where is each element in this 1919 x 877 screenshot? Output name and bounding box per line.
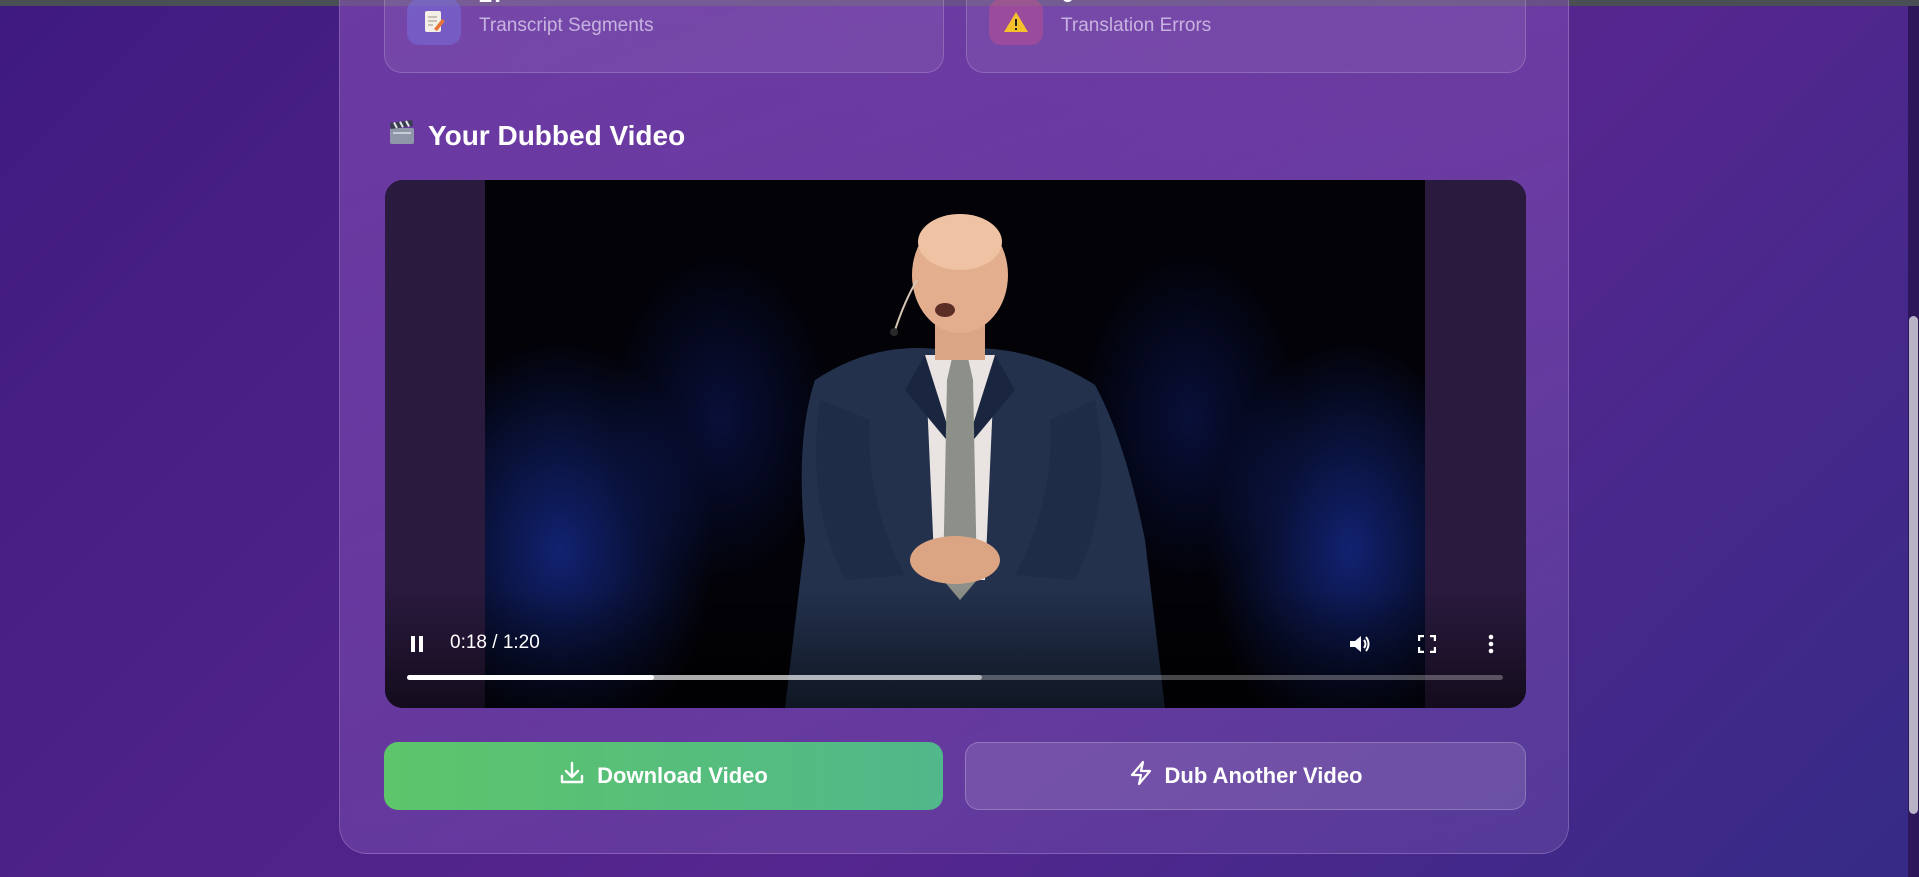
- page-scrollbar[interactable]: [1908, 6, 1919, 877]
- dub-another-video-button[interactable]: Dub Another Video: [965, 742, 1526, 810]
- stat-label: Translation Errors: [1061, 15, 1212, 36]
- stat-translation-errors: 0 Translation Errors: [966, 0, 1526, 73]
- video-player[interactable]: 0:18 / 1:20: [385, 180, 1526, 708]
- warning-icon: [989, 0, 1043, 45]
- more-options-icon[interactable]: [1479, 630, 1503, 658]
- memo-icon: [407, 0, 461, 45]
- fullscreen-icon[interactable]: [1413, 630, 1441, 658]
- section-title-text: Your Dubbed Video: [428, 119, 686, 151]
- download-icon: [559, 760, 585, 792]
- scrollbar-thumb[interactable]: [1909, 316, 1918, 814]
- progress-bar[interactable]: [407, 675, 1503, 680]
- volume-icon[interactable]: [1345, 630, 1375, 658]
- time-display: 0:18 / 1:20: [450, 632, 540, 653]
- stat-value: 27: [479, 0, 506, 9]
- clapper-icon: [388, 118, 416, 153]
- progress-played: [407, 675, 654, 680]
- download-video-button[interactable]: Download Video: [384, 742, 943, 810]
- stat-label: Transcript Segments: [479, 15, 654, 36]
- pause-icon[interactable]: [405, 630, 429, 658]
- stat-transcript-segments: 27 Transcript Segments: [384, 0, 944, 73]
- stat-value: 0: [1061, 0, 1074, 9]
- download-video-label: Download Video: [597, 763, 768, 788]
- dub-another-video-label: Dub Another Video: [1164, 763, 1363, 788]
- lightning-icon: [1129, 760, 1153, 792]
- section-title: Your Dubbed Video: [388, 118, 685, 153]
